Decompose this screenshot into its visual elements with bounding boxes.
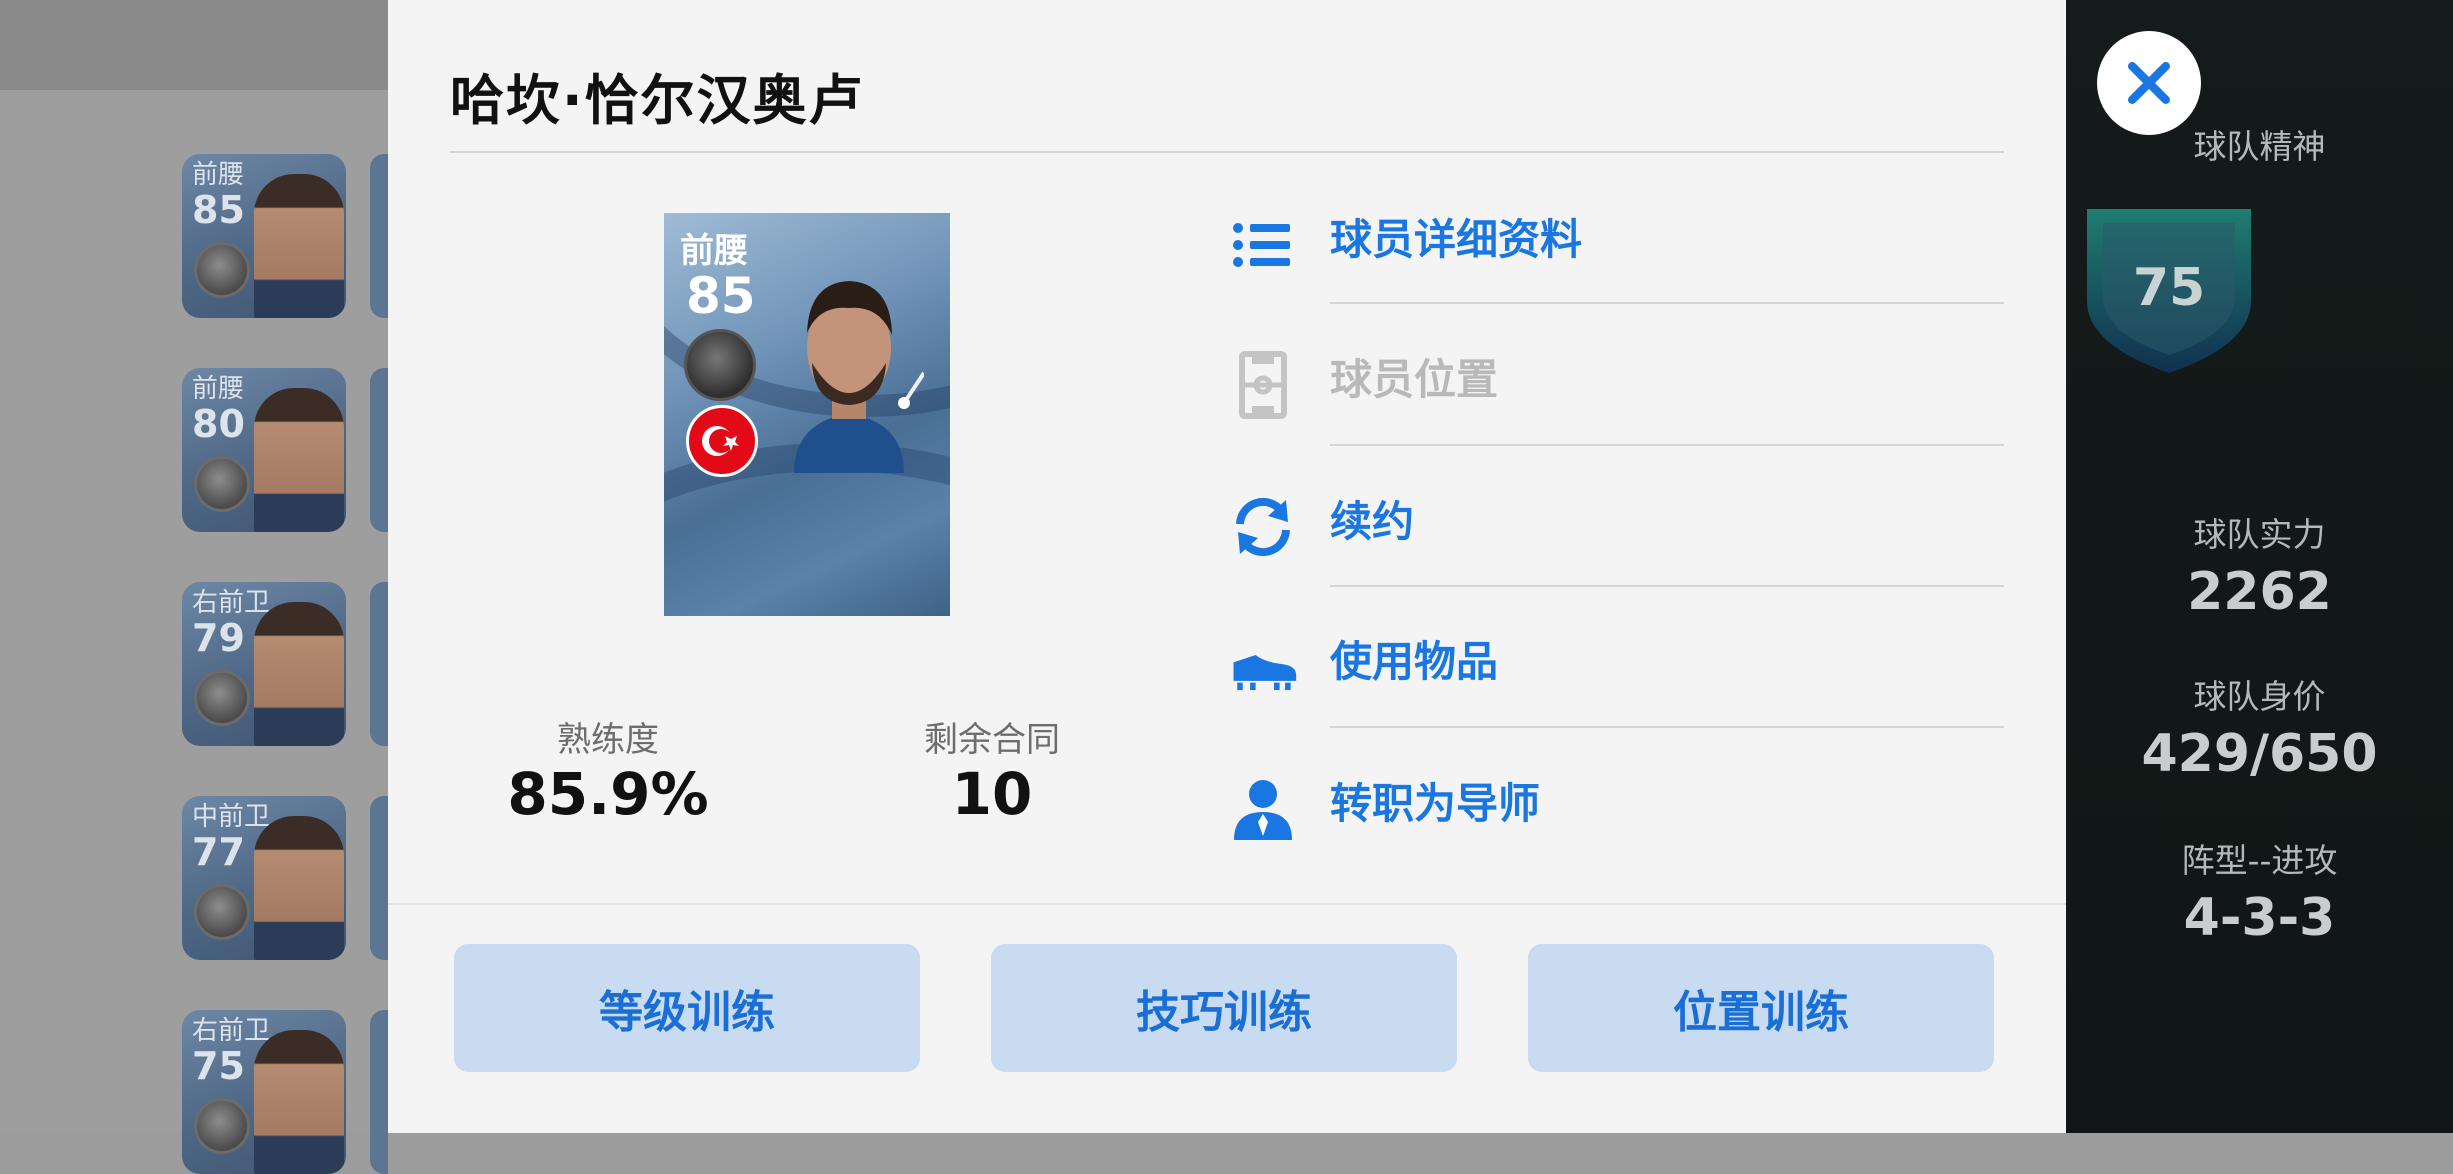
team-value-label: 球队身价 [2193,677,2326,716]
team-strength-label: 球队实力 [2193,515,2326,554]
boot-icon [1233,655,1297,691]
menu-item-label: 转职为导师 [1330,779,1541,828]
roster-card-rating: 77 [192,830,245,874]
roster-card[interactable]: 右前卫 79 [182,582,346,746]
close-icon [2128,62,2170,104]
formation-label: 阵型--进攻 [2181,841,2338,880]
top-bar [0,0,388,90]
roster-card-position: 右前卫 [192,588,271,618]
club-badge-icon [684,329,756,401]
card-rating: 85 [686,267,756,325]
roster-card[interactable]: 前腰 80 [182,368,346,532]
proficiency-label: 熟练度 [557,720,659,760]
close-button[interactable] [2097,31,2201,135]
renew-contract-menu-item[interactable]: 续约 [1228,472,2008,562]
club-badge-icon [194,884,250,940]
player-card: 前腰 85 [664,213,950,616]
skill-training-button[interactable]: 技巧训练 [991,944,1457,1072]
club-badge-icon [194,456,250,512]
player-details-menu-item[interactable]: 球员详细资料 [1228,190,2008,280]
roster-card-position: 右前卫 [192,1016,271,1046]
player-portrait [254,388,344,532]
contract-label: 剩余合同 [924,720,1060,760]
player-options-modal: 哈坎·恰尔汉奥卢 前腰 85 熟练度 85.9% 剩余合同 10 球员详细资料 … [388,0,2066,1133]
roster-card-position: 中前卫 [192,802,271,832]
team-value-value: 429/650 [2141,724,2378,784]
refresh-icon [1236,497,1290,557]
team-spirit-shield-icon: 75 [2087,209,2251,373]
roster-card-rating: 79 [192,616,245,660]
mentor-icon [1234,780,1292,840]
roster-card-partial[interactable] [370,154,388,318]
club-badge-icon [194,670,250,726]
roster-card[interactable]: 前腰 85 [182,154,346,318]
player-position-menu-item[interactable]: 球员位置 [1228,330,2008,420]
convert-to-mentor-menu-item[interactable]: 转职为导师 [1228,754,2008,844]
menu-divider [1330,444,2004,446]
menu-divider [1330,585,2004,587]
team-spirit-value: 75 [2133,258,2205,318]
roster-card[interactable]: 中前卫 77 [182,796,346,960]
title-divider [450,151,2004,153]
player-portrait [254,602,344,746]
roster-card-position: 前腰 [192,160,245,190]
footer-divider [388,903,2066,905]
club-badge-icon [194,242,250,298]
menu-item-label: 续约 [1330,497,1415,546]
roster-card-position: 前腰 [192,374,245,404]
menu-item-label: 球员位置 [1330,355,1499,404]
roster-card-partial[interactable] [370,796,388,960]
level-training-button[interactable]: 等级训练 [454,944,920,1072]
roster-background: 前腰 85 前腰 80 右前卫 79 中前卫 77 右前卫 75 [0,0,388,1174]
roster-card-rating: 80 [192,402,245,446]
roster-card-partial[interactable] [370,582,388,746]
player-portrait [254,174,344,318]
player-portrait [254,1030,344,1174]
roster-card-partial[interactable] [370,368,388,532]
menu-item-label: 球员详细资料 [1330,215,1583,264]
player-portrait [254,816,344,960]
menu-divider [1330,302,2004,304]
team-info-panel: 球队精神 球队实力 2262 球队身价 429/650 阵型--进攻 4-3-3 [2066,0,2453,1133]
turkey-flag-icon [686,405,758,477]
roster-card-partial[interactable] [370,1010,388,1174]
list-icon [1233,223,1290,267]
team-strength-value: 2262 [2187,562,2332,622]
roster-card-rating: 75 [192,1044,245,1088]
contract-value: 10 [951,760,1033,828]
position-training-button[interactable]: 位置训练 [1528,944,1994,1072]
player-portrait [794,281,924,473]
proficiency-value: 85.9% [507,760,709,828]
pitch-icon [1239,351,1287,419]
menu-divider [1330,726,2004,728]
roster-card[interactable]: 右前卫 75 [182,1010,346,1174]
formation-value: 4-3-3 [2183,888,2336,948]
player-name-title: 哈坎·恰尔汉奥卢 [450,69,865,132]
card-position: 前腰 [680,231,748,271]
use-item-menu-item[interactable]: 使用物品 [1228,612,2008,702]
club-badge-icon [194,1098,250,1154]
menu-item-label: 使用物品 [1330,637,1499,686]
roster-card-rating: 85 [192,188,245,232]
